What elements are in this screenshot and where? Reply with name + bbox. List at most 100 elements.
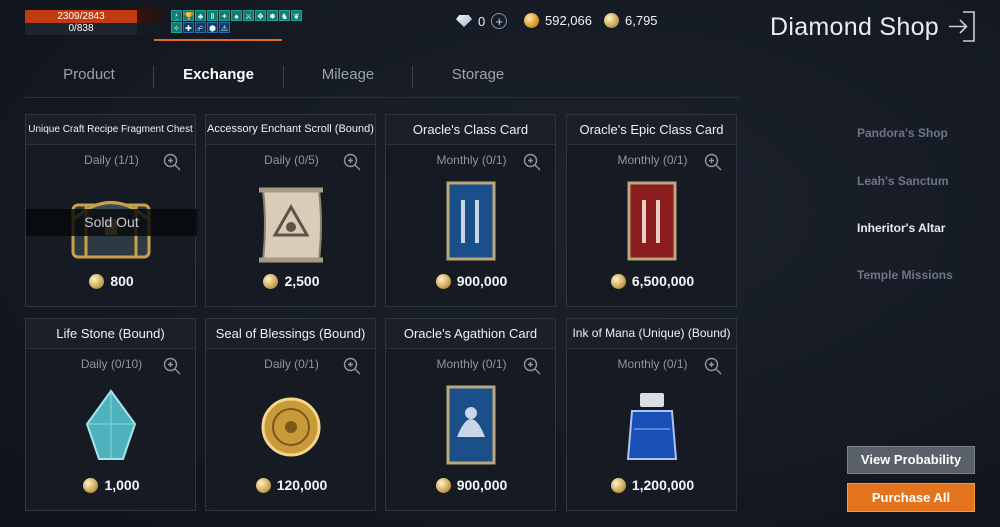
price-value: 900,000 [456,477,508,493]
gold-balance: 592,066 [524,13,592,28]
shop-item-card[interactable]: Unique Craft Recipe Fragment Chest Daily… [25,114,197,307]
mp-bar-end [137,23,163,35]
coin-icon [263,273,279,289]
zoom-icon[interactable] [704,357,722,375]
zoom-icon[interactable] [343,357,361,375]
zoom-icon[interactable] [523,153,541,171]
price-value: 6,500,000 [631,273,695,289]
item-price: 2,500 [206,273,377,289]
purchase-all-button[interactable]: Purchase All [847,483,975,512]
mp-bar: 0/838 [25,23,137,35]
side-menu-temple-missions[interactable]: Temple Missions [857,268,953,282]
view-probability-button[interactable]: View Probability [847,446,975,474]
shop-item-card[interactable]: Accessory Enchant Scroll (Bound) Daily (… [205,114,376,307]
price-value: 2,500 [284,273,320,289]
exit-icon[interactable] [946,10,976,43]
buff-icon: ⮳ [195,22,206,33]
side-menu-leahs-sanctum[interactable]: Leah's Sanctum [857,174,949,188]
gold-count: 592,066 [545,13,592,28]
agathion-card-icon [446,385,496,465]
price-value: 900,000 [456,273,508,289]
buff-icon: ✧ [171,22,182,33]
side-menu-inheritors-altar[interactable]: Inheritor's Altar [857,221,945,235]
item-name: Seal of Blessings (Bound) [206,319,375,349]
coin-icon [435,477,451,493]
item-price: 1,000 [26,477,197,493]
life-stone-icon [85,389,137,460]
item-name: Oracle's Epic Class Card [567,115,736,145]
item-name: Accessory Enchant Scroll (Bound) [206,115,375,145]
item-name: Life Stone (Bound) [26,319,195,349]
buff-icon: ♠ [231,10,242,21]
ink-bottle-icon [626,393,678,460]
silver-balance: 6,795 [604,13,658,28]
coin-icon [83,477,99,493]
coin-icon [604,13,619,28]
coin-icon [89,273,105,289]
item-price: 120,000 [206,477,377,493]
coin-icon [610,273,626,289]
zoom-icon[interactable] [704,153,722,171]
item-name: Oracle's Agathion Card [386,319,555,349]
zoom-icon[interactable] [163,153,181,171]
coin-icon [610,477,626,493]
item-price: 1,200,000 [567,477,738,493]
blue-card-icon [446,181,496,261]
tab-baseline [25,97,740,98]
item-price: 900,000 [386,273,557,289]
zoom-icon[interactable] [163,357,181,375]
buff-icon: 🕯 [171,10,182,21]
buff-icon: ✚ [183,22,194,33]
price-value: 1,000 [104,477,140,493]
buff-icon: Ⅱ [207,10,218,21]
shop-item-card[interactable]: Oracle's Agathion Card Monthly (0/1) 900… [385,318,556,511]
shop-item-card[interactable]: Ink of Mana (Unique) (Bound) Monthly (0/… [566,318,737,511]
scroll-icon [259,187,323,263]
side-menu-pandoras-shop[interactable]: Pandora's Shop [857,126,948,140]
tab-exchange[interactable]: Exchange [154,66,283,83]
item-name: Ink of Mana (Unique) (Bound) [567,319,736,349]
price-value: 1,200,000 [631,477,695,493]
tab-bar: Product Exchange Mileage Storage [25,56,740,98]
buff-icon: ⚠ [219,22,230,33]
tab-storage[interactable]: Storage [413,66,543,83]
hp-bar: 2309/2843 [25,10,137,23]
sold-out-overlay: Sold Out [26,209,197,236]
buff-icon: ✸ [267,10,278,21]
item-name: Oracle's Class Card [386,115,555,145]
item-name: Unique Craft Recipe Fragment Chest [26,115,195,145]
shop-item-card[interactable]: Oracle's Class Card Monthly (0/1) 900,00… [385,114,556,307]
gold-coin-icon [524,13,539,28]
buff-icon: 🏆 [183,10,194,21]
buff-icon: ❦ [291,10,302,21]
add-diamonds-button[interactable]: + [491,13,508,29]
buff-icon: ⚔ [243,10,254,21]
buff-icon: ✦ [219,10,230,21]
red-card-icon [627,181,677,261]
seal-icon [261,397,321,457]
item-price: 800 [26,273,197,289]
zoom-icon[interactable] [523,357,541,375]
price-value: 800 [110,273,134,289]
diamond-balance: 0 + [456,13,508,29]
shop-item-card[interactable]: Oracle's Epic Class Card Monthly (0/1) 6… [566,114,737,307]
item-price: 6,500,000 [567,273,738,289]
diamond-icon [456,15,472,27]
coin-icon [255,477,271,493]
buff-icon: ♣ [195,10,206,21]
buff-icon: ⬢ [207,22,218,33]
silver-count: 6,795 [625,13,658,28]
item-price: 900,000 [386,477,557,493]
tab-mileage[interactable]: Mileage [284,66,412,83]
tab-product[interactable]: Product [25,66,153,83]
price-value: 120,000 [276,477,328,493]
buff-icon: ❖ [255,10,266,21]
active-tab-indicator [154,39,282,41]
shop-item-card[interactable]: Seal of Blessings (Bound) Daily (0/1) 12… [205,318,376,511]
page-title: Diamond Shop [770,13,939,41]
buff-list: 🕯 🏆 ♣ Ⅱ ✦ ♠ ⚔ ❖ ✸ ♞ ❦ ✧ ✚ ⮳ ⬢ ⚠ [171,10,313,33]
diamond-count: 0 [478,13,486,29]
zoom-icon[interactable] [343,153,361,171]
shop-item-card[interactable]: Life Stone (Bound) Daily (0/10) 1,000 [25,318,196,511]
hp-bar-end [137,8,161,24]
